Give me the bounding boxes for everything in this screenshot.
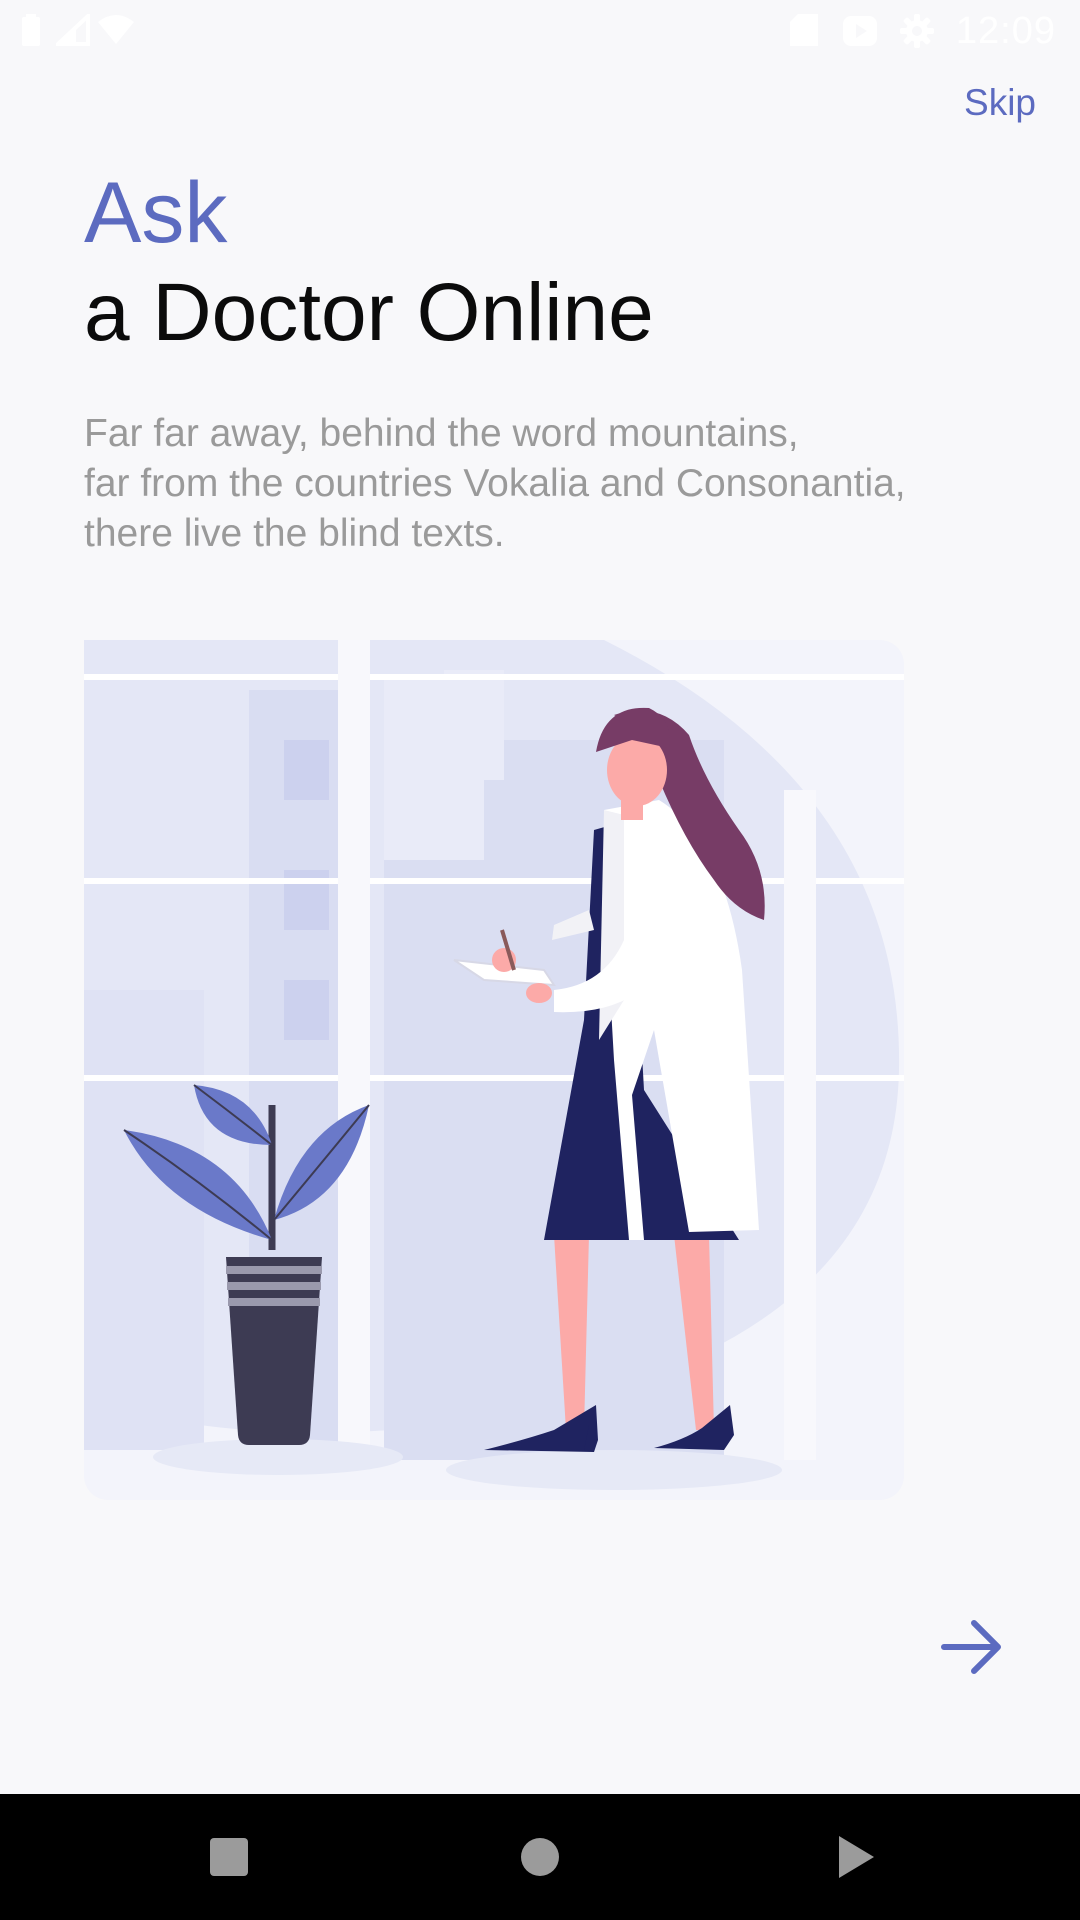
arrow-right-icon[interactable] xyxy=(940,1615,1004,1679)
doctor-with-clipboard-illustration xyxy=(84,640,904,1500)
status-bar: 12:09 xyxy=(0,0,1080,62)
square-recents-icon[interactable] xyxy=(169,1794,289,1920)
circle-home-icon[interactable] xyxy=(480,1794,600,1920)
description-text: Far far away, behind the word mountains,… xyxy=(84,409,1004,559)
status-time: 12:09 xyxy=(955,10,1056,52)
skip-button[interactable]: Skip xyxy=(964,82,1036,124)
page-title: a Doctor Online xyxy=(84,267,654,358)
wifi-icon xyxy=(98,15,134,44)
navigation-bar xyxy=(0,1794,1080,1920)
battery-icon xyxy=(22,14,40,46)
description-line-1: Far far away, behind the word mountains, xyxy=(84,412,799,455)
signal-icon xyxy=(56,14,90,46)
sd-card-icon xyxy=(790,14,818,46)
title-accent: Ask xyxy=(84,165,228,261)
description-line-3: there live the blind texts. xyxy=(84,512,505,555)
onboarding-screen: 12:09 Skip Ask a Doctor Online Far far a… xyxy=(0,0,1080,1920)
triangle-back-icon[interactable] xyxy=(794,1794,914,1920)
settings-gear-icon xyxy=(900,14,934,48)
description-line-2: far from the countries Vokalia and Conso… xyxy=(84,462,906,505)
play-store-icon xyxy=(843,16,877,46)
